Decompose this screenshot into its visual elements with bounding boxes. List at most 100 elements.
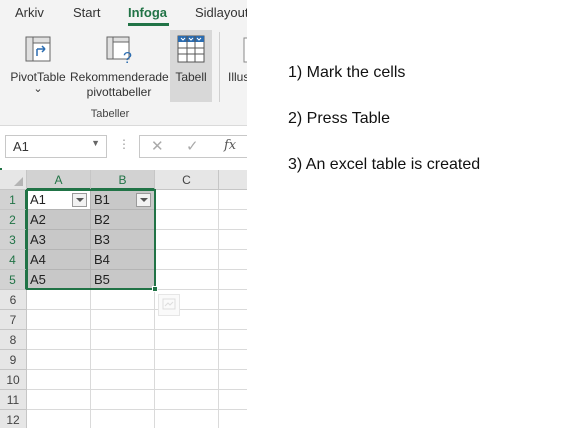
cell-d2[interactable]	[219, 210, 247, 230]
cell-a8[interactable]	[27, 330, 91, 350]
name-box[interactable]: A1 ▼	[5, 135, 107, 158]
cell-a12[interactable]	[27, 410, 91, 428]
fill-handle[interactable]	[152, 286, 158, 292]
cell-b6[interactable]	[91, 290, 155, 310]
tabell-button[interactable]: Tabell	[170, 34, 212, 85]
cell-a9[interactable]	[27, 350, 91, 370]
cell-c2[interactable]	[155, 210, 219, 230]
cell-d6[interactable]	[219, 290, 247, 310]
filter-dropdown-icon[interactable]	[136, 193, 151, 207]
cell-a2[interactable]: A2	[27, 210, 91, 230]
cell-a7[interactable]	[27, 310, 91, 330]
cell-b10[interactable]	[91, 370, 155, 390]
cell-a10[interactable]	[27, 370, 91, 390]
column-header-b[interactable]: B	[91, 170, 155, 190]
excel-window: Arkiv Start Infoga Sidlayout PivotTable …	[0, 0, 247, 428]
cell-c10[interactable]	[155, 370, 219, 390]
formula-bar: A1 ▼ ⋮ ✕ ✓ fx	[0, 126, 247, 168]
row-header-2[interactable]: 2	[0, 210, 27, 230]
cell-a3[interactable]: A3	[27, 230, 91, 250]
cell-c1[interactable]	[155, 190, 219, 210]
cell-b12[interactable]	[91, 410, 155, 428]
table-icon	[177, 35, 205, 63]
cell-b7[interactable]	[91, 310, 155, 330]
tab-start[interactable]: Start	[73, 5, 100, 20]
cell-d1[interactable]	[219, 190, 247, 210]
cell-d8[interactable]	[219, 330, 247, 350]
cancel-icon[interactable]: ✕	[151, 137, 164, 155]
row-header-7[interactable]: 7	[0, 310, 27, 330]
cell-b2[interactable]: B2	[91, 210, 155, 230]
formula-bar-resize-dots[interactable]: ⋮	[118, 137, 130, 151]
cell-a6[interactable]	[27, 290, 91, 310]
cell-a4[interactable]: A4	[27, 250, 91, 270]
recommended-pivottables-button[interactable]: ? Rekommenderade pivottabeller	[70, 34, 169, 100]
ribbon-panel: PivotTable ⌄ ? Rekommenderade pivottabel…	[0, 26, 247, 126]
row-header-1[interactable]: 1	[0, 190, 27, 210]
pivottable-dropdown-arrow[interactable]: ⌄	[8, 84, 68, 95]
cell-d3[interactable]	[219, 230, 247, 250]
name-box-dropdown-icon[interactable]: ▼	[91, 138, 100, 148]
cell-b3[interactable]: B3	[91, 230, 155, 250]
row-header-11[interactable]: 11	[0, 390, 27, 410]
cell-d12[interactable]	[219, 410, 247, 428]
tab-infoga[interactable]: Infoga	[128, 5, 167, 20]
insert-function-icon[interactable]: fx	[224, 138, 236, 153]
tab-arkiv[interactable]: Arkiv	[15, 5, 44, 20]
row-header-6[interactable]: 6	[0, 290, 27, 310]
tab-sidlayout[interactable]: Sidlayout	[195, 5, 247, 20]
row-header-9[interactable]: 9	[0, 350, 27, 370]
worksheet-grid[interactable]: A B C 1 2 3 4 5 6 7 8 9 10 11 12 A1 B1 A…	[0, 170, 247, 428]
cell-c5[interactable]	[155, 270, 219, 290]
enter-icon[interactable]: ✓	[186, 137, 199, 155]
column-header-a[interactable]: A	[27, 170, 91, 190]
name-box-value: A1	[13, 139, 29, 154]
row-header-8[interactable]: 8	[0, 330, 27, 350]
cell-c11[interactable]	[155, 390, 219, 410]
cell-c4[interactable]	[155, 250, 219, 270]
cell-d11[interactable]	[219, 390, 247, 410]
ribbon-tab-bar: Arkiv Start Infoga Sidlayout	[0, 0, 247, 26]
illustrations-icon	[243, 37, 247, 63]
instruction-step-1: 1) Mark the cells	[288, 64, 406, 81]
ribbon-group-tabeller: Tabeller	[90, 108, 130, 120]
cell-a1[interactable]: A1	[27, 190, 91, 210]
instructions-panel: 1) Mark the cells 2) Press Table 3) An e…	[288, 62, 568, 200]
cell-d4[interactable]	[219, 250, 247, 270]
row-header-4[interactable]: 4	[0, 250, 27, 270]
quick-analysis-button[interactable]	[158, 294, 180, 316]
illustrations-button[interactable]: Illus	[228, 34, 247, 85]
cell-b11[interactable]	[91, 390, 155, 410]
cell-b5[interactable]: B5	[91, 270, 155, 290]
row-header-10[interactable]: 10	[0, 370, 27, 390]
cell-b9[interactable]	[91, 350, 155, 370]
cell-b1[interactable]: B1	[91, 190, 155, 210]
column-header-c[interactable]: C	[155, 170, 219, 190]
select-all-corner[interactable]	[0, 170, 27, 190]
quick-analysis-icon	[162, 298, 176, 310]
row-header-5[interactable]: 5	[0, 270, 27, 290]
row-header-3[interactable]: 3	[0, 230, 27, 250]
illustrations-label: Illus	[228, 70, 247, 84]
cell-d9[interactable]	[219, 350, 247, 370]
tabell-label: Tabell	[175, 70, 207, 84]
ribbon-group-divider	[219, 32, 220, 102]
cell-c3[interactable]	[155, 230, 219, 250]
cell-d7[interactable]	[219, 310, 247, 330]
select-all-triangle-icon	[14, 177, 23, 186]
cell-c8[interactable]	[155, 330, 219, 350]
cell-d10[interactable]	[219, 370, 247, 390]
cell-c12[interactable]	[155, 410, 219, 428]
cell-a11[interactable]	[27, 390, 91, 410]
row-header-12[interactable]: 12	[0, 410, 27, 428]
formula-buttons: ✕ ✓ fx	[139, 135, 247, 158]
filter-dropdown-icon[interactable]	[72, 193, 87, 207]
column-header-next[interactable]	[219, 170, 247, 190]
cell-d5[interactable]	[219, 270, 247, 290]
cell-b4[interactable]: B4	[91, 250, 155, 270]
cell-b8[interactable]	[91, 330, 155, 350]
pivottable-button[interactable]: PivotTable ⌄	[8, 34, 68, 95]
cell-a5[interactable]: A5	[27, 270, 91, 290]
recommended-pivottables-icon: ?	[106, 36, 132, 64]
cell-c9[interactable]	[155, 350, 219, 370]
